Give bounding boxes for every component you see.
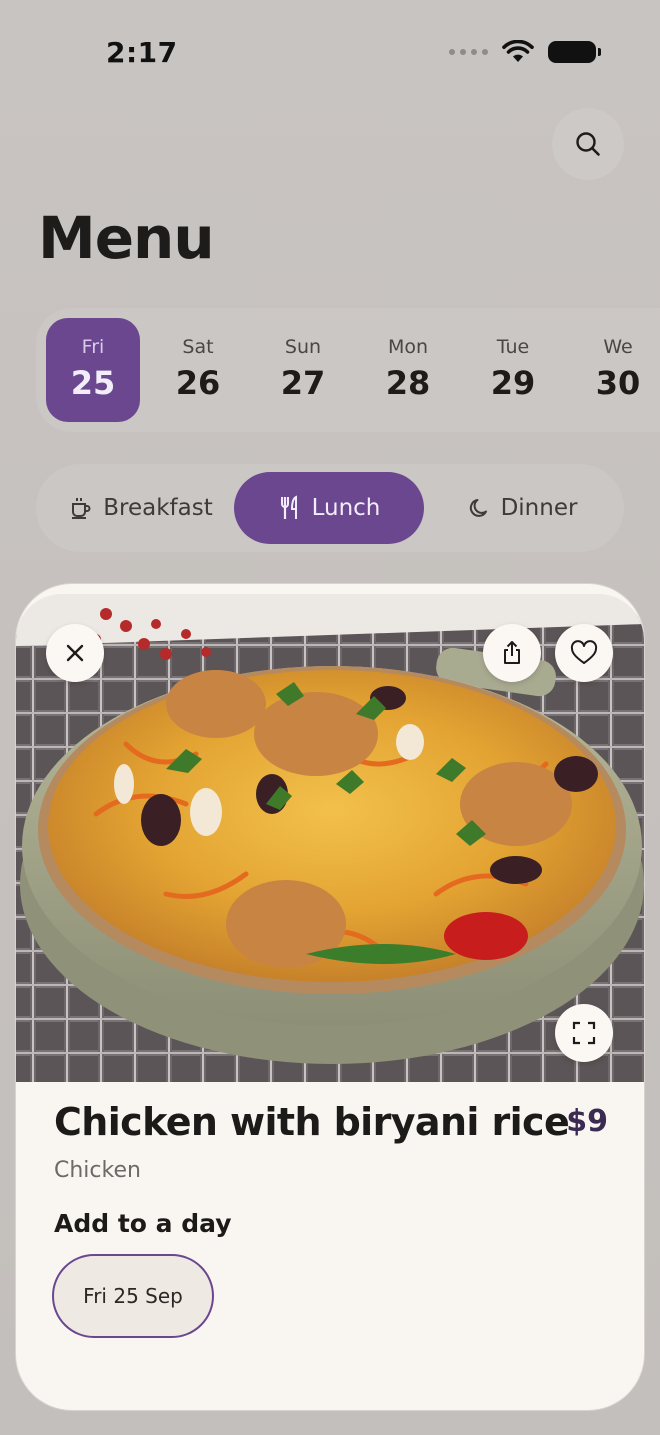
day-name: Tue [496,336,530,358]
menu-screen: 2:17 Menu Fri 25 Sat 26 Sun 27 Mon 28 Tu… [0,0,660,1435]
heart-icon [570,640,598,664]
wifi-icon [502,40,534,62]
search-button[interactable] [552,108,624,180]
day-number: 30 [595,364,641,402]
biryani-image [16,594,644,1082]
day-wed-30[interactable]: We 30 [571,318,660,422]
tab-dinner-label: Dinner [500,495,578,521]
day-name: Sat [182,336,214,358]
favorite-button[interactable] [555,624,613,682]
day-name: Sun [284,336,322,358]
day-number: 28 [385,364,431,402]
tab-breakfast[interactable]: Breakfast [48,472,234,544]
search-icon [576,132,600,156]
status-icons [449,40,601,64]
date-strip: Fri 25 Sat 26 Sun 27 Mon 28 Tue 29 We 30 [36,308,660,432]
tab-breakfast-label: Breakfast [103,495,213,521]
day-number: 29 [490,364,536,402]
day-tue-29[interactable]: Tue 29 [466,318,560,422]
tab-lunch[interactable]: Lunch [234,472,424,544]
tab-dinner[interactable]: Dinner [432,472,614,544]
moon-icon [469,499,487,517]
page-title: Menu [38,204,215,272]
day-sun-27[interactable]: Sun 27 [256,318,350,422]
tab-lunch-label: Lunch [311,495,381,521]
day-fri-25[interactable]: Fri 25 [46,318,140,422]
dish-name: Chicken with biryani rice [54,1100,570,1144]
close-button[interactable] [46,624,104,682]
day-number: 25 [70,364,116,402]
dish-card: Chicken with biryani rice $9 Chicken Add… [16,584,644,1410]
meal-tabs: Breakfast Lunch Dinner [36,464,624,552]
day-name: Mon [387,336,429,358]
dish-price: $9 [566,1104,608,1139]
share-icon [504,641,520,664]
day-chip-fri-25-sep[interactable]: Fri 25 Sep [52,1254,214,1338]
fullscreen-icon [572,1021,596,1045]
coffee-cup-icon [72,498,91,519]
expand-button[interactable] [555,1004,613,1062]
day-sat-26[interactable]: Sat 26 [151,318,245,422]
status-time: 2:17 [106,36,178,69]
signal-dots-icon [449,49,488,55]
dish-photo [16,594,644,1082]
add-to-day-label: Add to a day [54,1209,232,1238]
day-number: 27 [280,364,326,402]
day-mon-28[interactable]: Mon 28 [361,318,455,422]
battery-icon [548,41,601,63]
close-icon [66,644,84,662]
share-button[interactable] [483,624,541,682]
fork-knife-icon [280,495,297,519]
day-name: Fri [81,336,105,358]
day-number: 26 [175,364,221,402]
day-name: We [603,336,633,358]
dish-category: Chicken [54,1158,141,1183]
